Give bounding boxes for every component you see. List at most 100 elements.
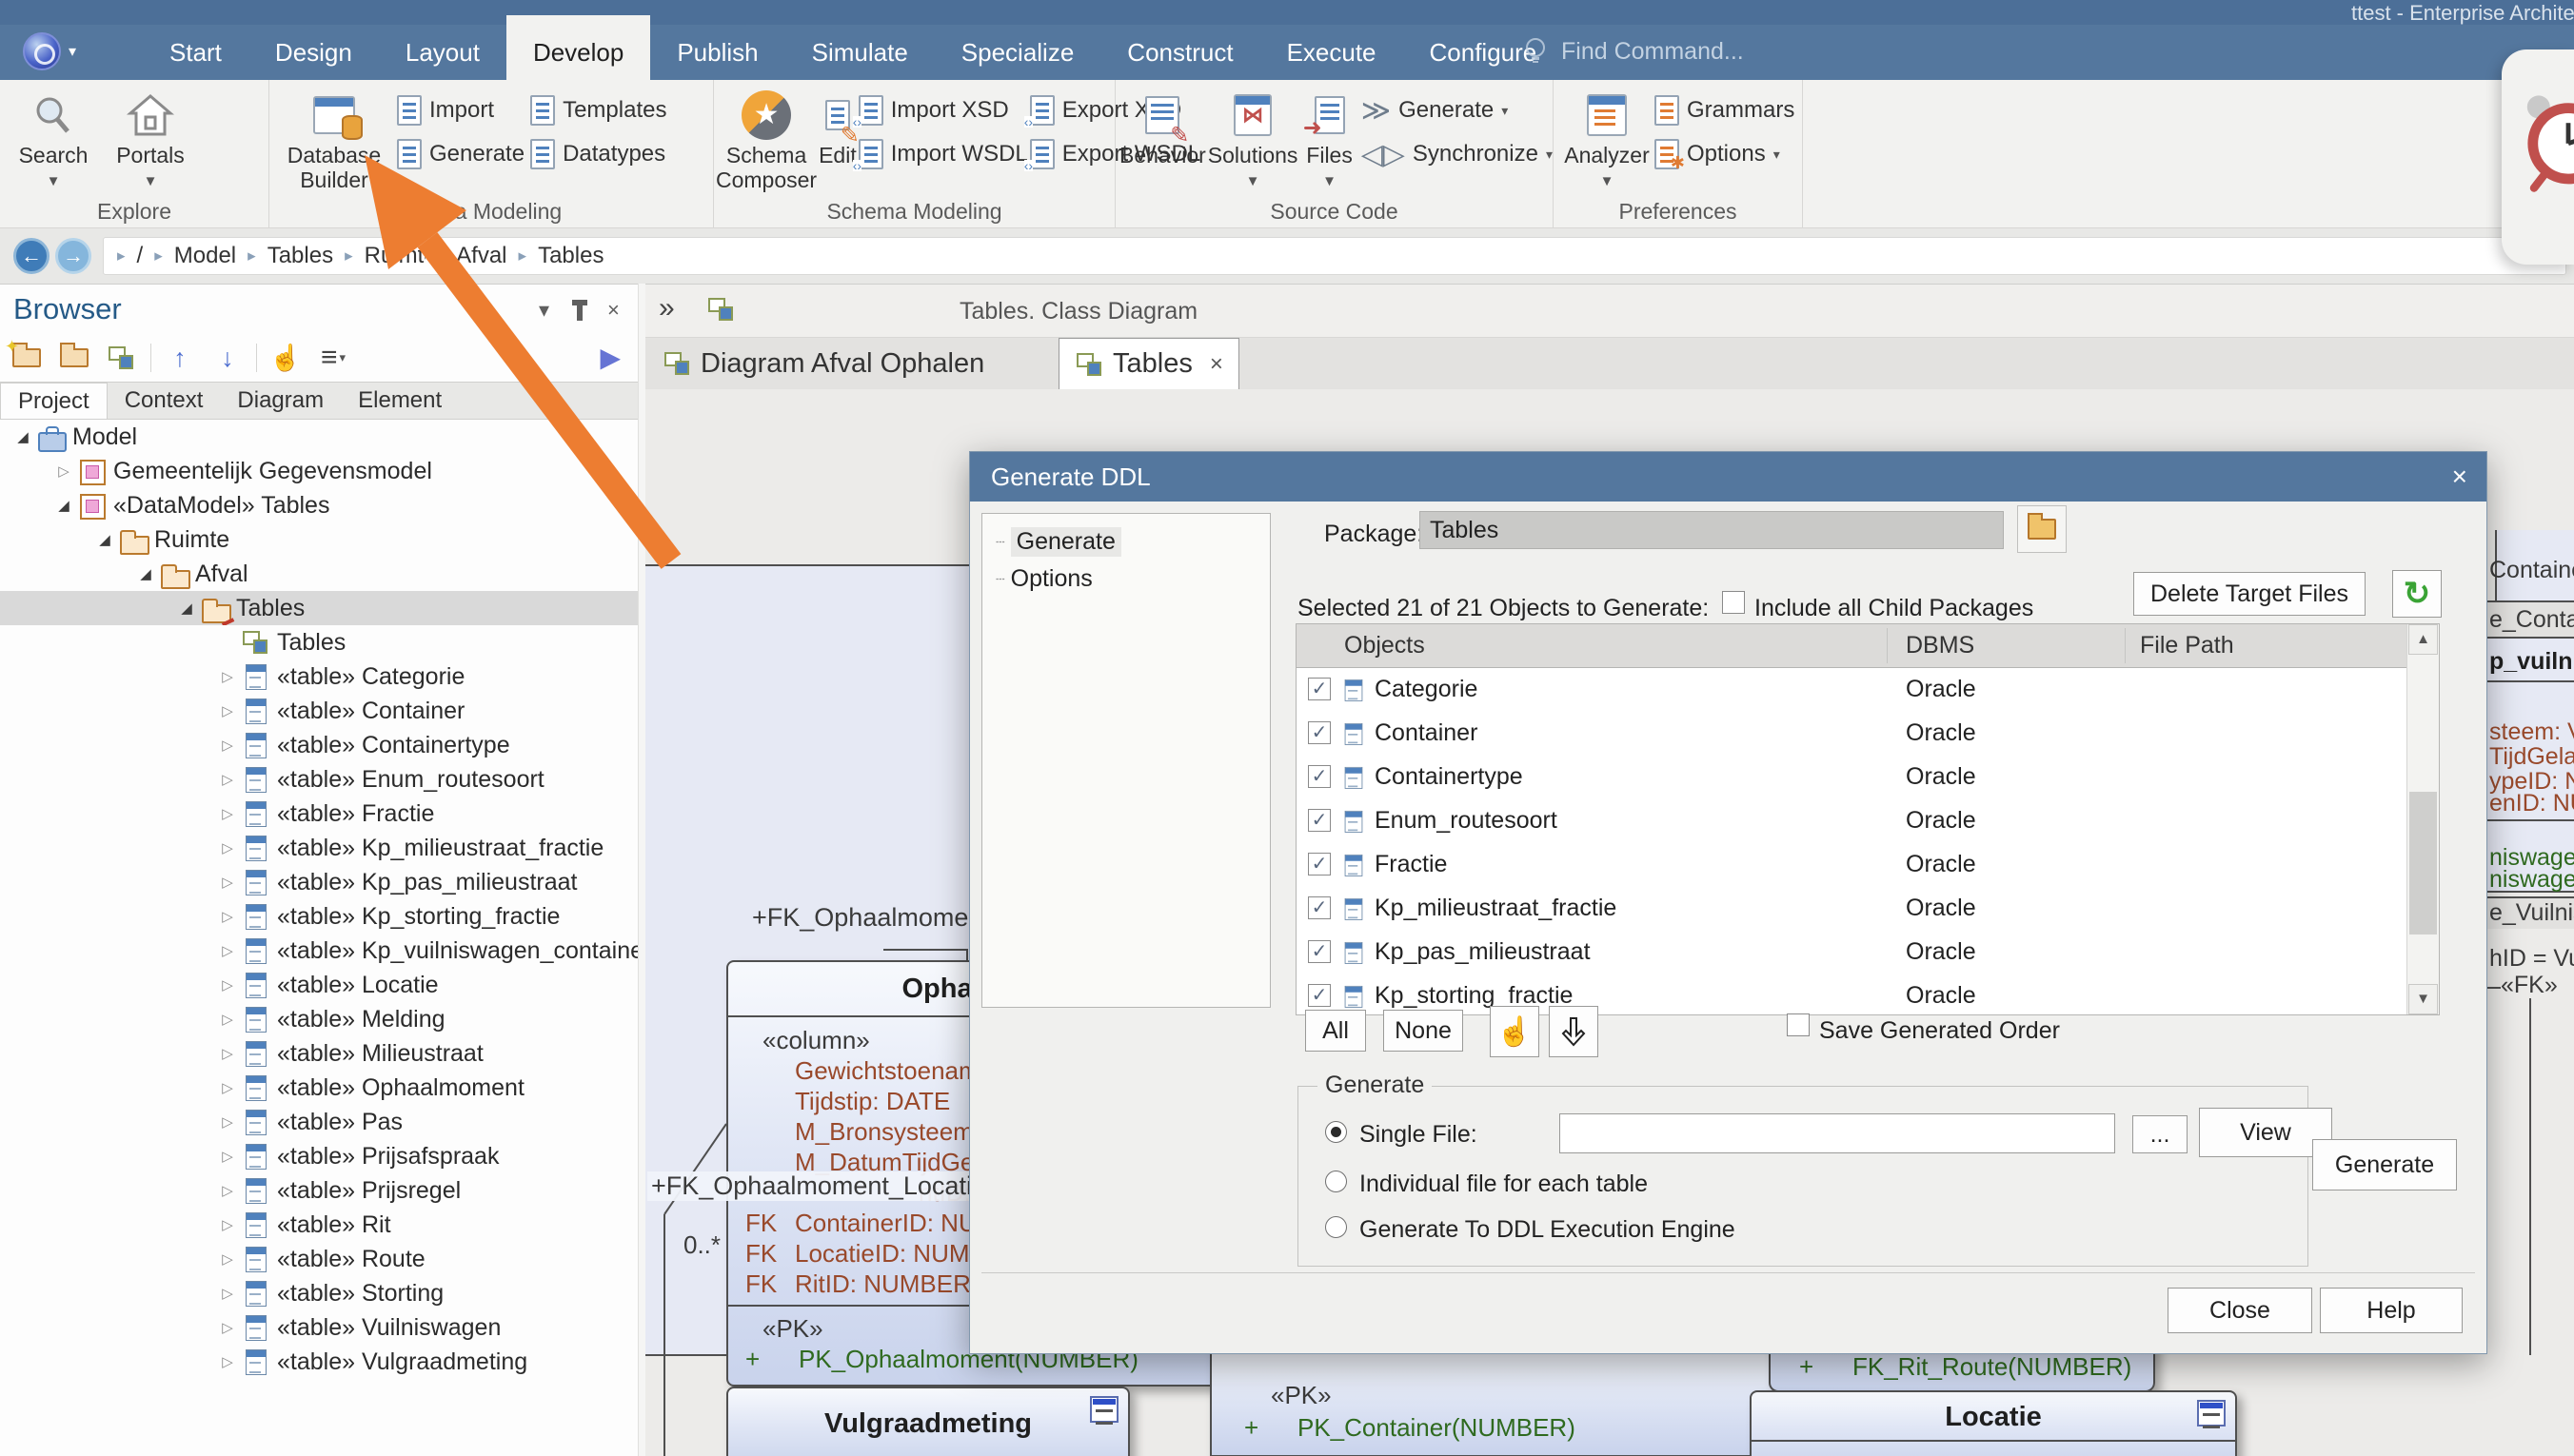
behavior-button[interactable]: ✎ Behavior	[1119, 86, 1206, 167]
objects-table-row[interactable]: ✓Kp_milieustraat_fractieOracle	[1297, 887, 2406, 931]
synchronize-button[interactable]: ◁▷Synchronize▾	[1361, 135, 1553, 173]
close-icon[interactable]: ×	[2452, 462, 2467, 492]
close-button[interactable]: Close	[2168, 1288, 2312, 1333]
browse-package-button[interactable]	[2017, 505, 2067, 553]
column-header[interactable]: DBMS	[1906, 632, 1974, 659]
move-down-order-button[interactable]	[1549, 1006, 1598, 1057]
tree-item[interactable]: Tables	[0, 625, 638, 659]
schema-composer-button[interactable]: ★ Schema Composer	[716, 86, 817, 192]
search-button[interactable]: Search ▼	[8, 86, 99, 194]
row-checkbox[interactable]: ✓	[1308, 721, 1331, 744]
generate-code-button[interactable]: ≫Generate▾	[1361, 91, 1553, 129]
breadcrumb-item[interactable]: Afval	[456, 243, 506, 269]
nav-item-generate[interactable]: ┄Generate	[996, 527, 1121, 557]
ribbon-tab-execute[interactable]: Execute	[1260, 25, 1403, 80]
tree-item[interactable]: ▷«table» Locatie	[0, 968, 638, 1002]
ribbon-tab-construct[interactable]: Construct	[1100, 25, 1259, 80]
tree-item[interactable]: ▷«table» Rit	[0, 1208, 638, 1242]
tree-item[interactable]: ▷«table» Vuilniswagen	[0, 1310, 638, 1345]
hamburger-menu-icon[interactable]: ≡▾	[314, 339, 352, 377]
help-button[interactable]: Help	[2320, 1288, 2463, 1333]
tree-item[interactable]: ▷«table» Container	[0, 694, 638, 728]
move-down-icon[interactable]: ↓	[208, 339, 247, 377]
tree-expand-arrow-icon[interactable]: ▷	[50, 462, 77, 480]
tree-item[interactable]: ▷«table» Fractie	[0, 797, 638, 831]
ribbon-tab-layout[interactable]: Layout	[379, 25, 506, 80]
tree-expand-arrow-icon[interactable]: ▷	[214, 1011, 241, 1028]
diagram-icon[interactable]	[103, 339, 141, 377]
tree-expand-arrow-icon[interactable]: ▷	[214, 702, 241, 719]
tab-diagram-afval-ophalen[interactable]: Diagram Afval Ophalen	[647, 338, 1000, 389]
objects-table-row[interactable]: ✓Enum_routesoortOracle	[1297, 799, 2406, 843]
analyzer-button[interactable]: Analyzer ▼	[1561, 86, 1653, 194]
tree-expand-arrow-icon[interactable]: ▷	[214, 668, 241, 685]
browser-tab-element[interactable]: Element	[341, 383, 459, 419]
tree-expand-arrow-icon[interactable]: ▷	[214, 805, 241, 822]
tree-expand-arrow-icon[interactable]: ▷	[214, 1285, 241, 1302]
ribbon-tab-specialize[interactable]: Specialize	[935, 25, 1101, 80]
tree-item[interactable]: ▷«table» Categorie	[0, 659, 638, 694]
tree-expand-arrow-icon[interactable]: ▷	[214, 1045, 241, 1062]
tree-expand-arrow-icon[interactable]: ▷	[214, 771, 241, 788]
tree-item[interactable]: ▷«table» Kp_milieustraat_fractie	[0, 831, 638, 865]
scrollbar-thumb[interactable]	[2409, 792, 2437, 935]
tree-expand-arrow-icon[interactable]: ◢	[50, 497, 77, 514]
close-tab-icon[interactable]: ×	[1210, 351, 1223, 378]
ribbon-tab-develop[interactable]: Develop	[506, 25, 650, 80]
objects-table-row[interactable]: ✓Kp_pas_milieustraatOracle	[1297, 931, 2406, 974]
files-button[interactable]: ➜ Files ▼	[1299, 86, 1358, 194]
tree-expand-arrow-icon[interactable]: ▷	[214, 1216, 241, 1233]
chevron-down-icon[interactable]: ▾	[539, 298, 549, 323]
tree-expand-arrow-icon[interactable]: ▷	[214, 1319, 241, 1336]
table-element-vulgraadmeting[interactable]: Vulgraadmeting	[726, 1387, 1130, 1456]
tree-expand-arrow-icon[interactable]: ◢	[91, 531, 118, 548]
tree-expand-arrow-icon[interactable]: ◢	[173, 600, 200, 617]
forward-button[interactable]: →	[55, 238, 91, 274]
breadcrumb-item[interactable]: Tables	[267, 243, 333, 269]
tree-item[interactable]: ◢Afval	[0, 557, 638, 591]
tree-expand-arrow-icon[interactable]: ▷	[214, 908, 241, 925]
individual-file-radio[interactable]	[1325, 1171, 1347, 1192]
delete-target-files-button[interactable]: Delete Target Files	[2133, 572, 2366, 616]
tree-item[interactable]: ▷Gemeentelijk Gegevensmodel	[0, 454, 638, 488]
breadcrumb-item[interactable]: Tables	[538, 243, 604, 269]
ribbon-tab-start[interactable]: Start	[143, 25, 248, 80]
import-button[interactable]: Import	[397, 91, 525, 129]
single-file-radio[interactable]	[1325, 1121, 1347, 1143]
tree-item[interactable]: ▷«table» Kp_storting_fractie	[0, 899, 638, 934]
tree-item[interactable]: ▷«table» Route	[0, 1242, 638, 1276]
ribbon-tab-publish[interactable]: Publish	[650, 25, 784, 80]
tree-item[interactable]: ▷«table» Pas	[0, 1105, 638, 1139]
back-button[interactable]: ←	[13, 238, 50, 274]
tree-expand-arrow-icon[interactable]: ▷	[214, 839, 241, 856]
tree-expand-arrow-icon[interactable]: ▷	[214, 1148, 241, 1165]
ddl-engine-radio[interactable]	[1325, 1216, 1347, 1238]
include-child-packages-checkbox[interactable]	[1722, 591, 1745, 614]
connector-label[interactable]: +FK_Ophaalmoment_Locatie	[647, 1171, 990, 1201]
generate-ddl-button[interactable]: Generate	[397, 135, 525, 173]
dialog-titlebar[interactable]: Generate DDL	[970, 452, 2486, 502]
close-icon[interactable]: ×	[607, 298, 620, 323]
tree-expand-arrow-icon[interactable]: ▷	[214, 874, 241, 891]
tree-expand-arrow-icon[interactable]: ▷	[214, 976, 241, 994]
tab-tables[interactable]: Tables ×	[1059, 338, 1239, 389]
tree-item[interactable]: ▷«table» Milieustraat	[0, 1036, 638, 1071]
tree-expand-arrow-icon[interactable]: ▷	[214, 1182, 241, 1199]
ribbon-tab-design[interactable]: Design	[248, 25, 379, 80]
breadcrumb-item[interactable]: Ruimte	[365, 243, 426, 269]
tree-expand-arrow-icon[interactable]: ◢	[132, 565, 159, 582]
app-menu-button[interactable]: ▾	[23, 32, 76, 70]
refresh-button[interactable]: ↻	[2392, 570, 2442, 618]
select-all-button[interactable]: All	[1305, 1010, 1366, 1052]
objects-table-row[interactable]: ✓ContainertypeOracle	[1297, 756, 2406, 799]
objects-table-row[interactable]: ✓ContainerOracle	[1297, 712, 2406, 756]
locate-icon[interactable]: ☝	[267, 339, 305, 377]
find-command[interactable]: Find Command...	[1523, 36, 1744, 67]
tree-item[interactable]: ▷«table» Kp_pas_milieustraat	[0, 865, 638, 899]
double-chevron-icon[interactable]: »	[659, 292, 675, 325]
column-header[interactable]: Objects	[1344, 632, 1425, 659]
tree-item[interactable]: ▷«table» Storting	[0, 1276, 638, 1310]
tree-expand-arrow-icon[interactable]: ▷	[214, 1113, 241, 1131]
pin-icon[interactable]	[577, 300, 583, 321]
save-generated-order-checkbox[interactable]	[1787, 1013, 1810, 1036]
